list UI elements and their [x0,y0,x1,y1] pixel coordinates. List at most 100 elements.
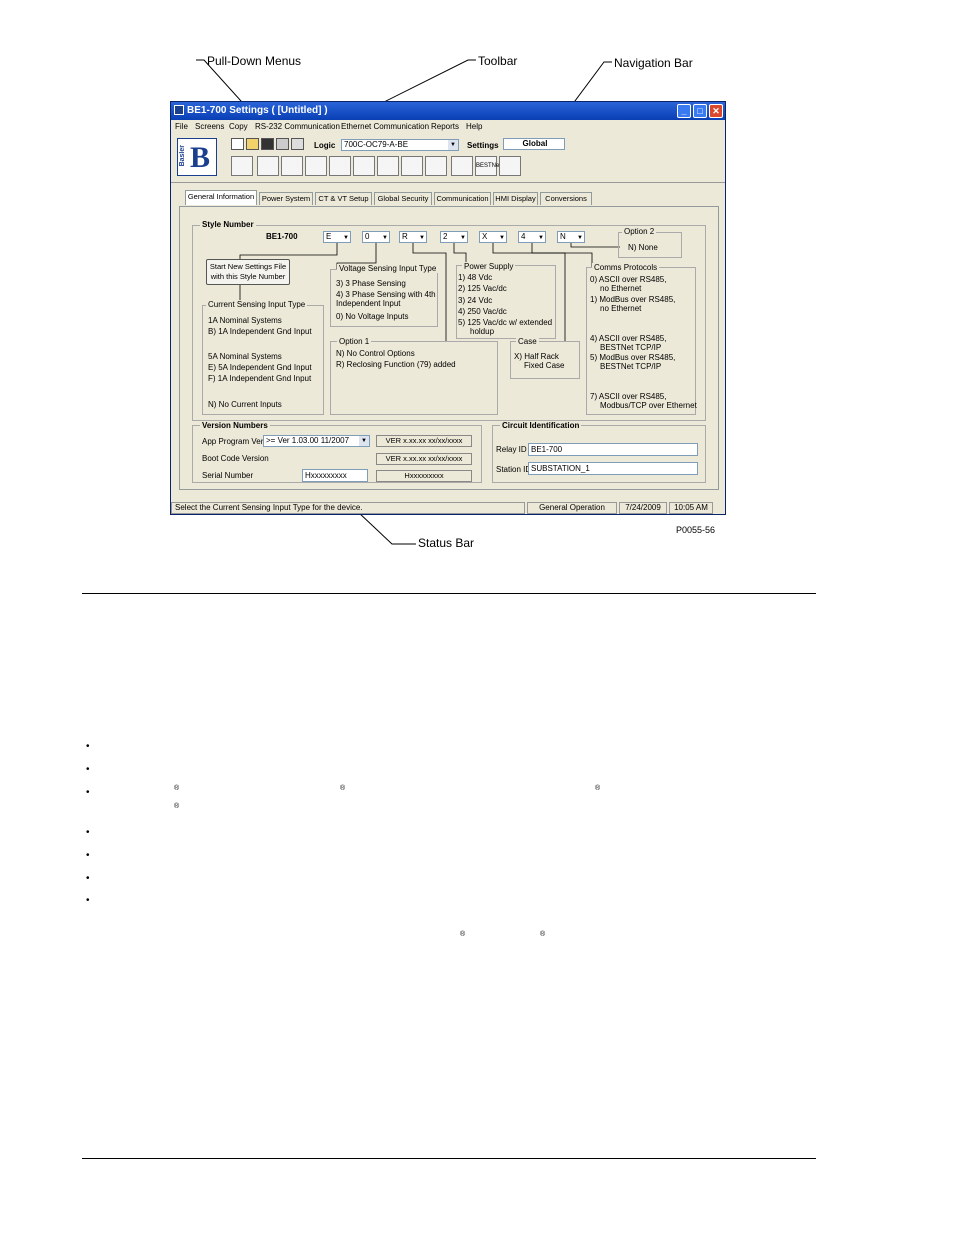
callout-toolbar: Toolbar [478,54,518,68]
grid-nav-icon[interactable] [231,156,253,176]
title-bar[interactable]: BE1-700 Settings ( [Untitled] ) _ □ ✕ [171,102,725,120]
window-title: BE1-700 Settings ( [Untitled] ) [187,105,328,116]
breaker-nav-icon[interactable] [401,156,423,176]
circuit-identification-label: Circuit Identification [500,421,582,430]
logic-label: Logic [314,141,336,150]
registered-mark: ® [174,803,180,810]
bullet-mark: • [86,741,90,752]
power-supply-label: Power Supply [462,262,516,271]
voltage-sensing-label: Voltage Sensing Input Type [337,264,439,273]
comms-item: BESTNet TCP/IP [600,362,662,371]
tab-communication[interactable]: Communication [434,192,491,205]
current-item[interactable]: B) 1A Independent Gnd Input [208,327,312,337]
menu-ethernet[interactable]: Ethernet Communication [341,122,429,131]
serial-number-field[interactable]: Hxxxxxxxxx [302,469,368,482]
status-mode: General Operation [527,502,617,514]
registered-mark: ® [595,785,601,792]
menu-reports[interactable]: Reports [431,122,459,131]
relay-id-field[interactable]: BE1-700 [528,443,698,456]
option1-item[interactable]: N) No Control Options [336,349,415,359]
tab-hmi-display[interactable]: HMI Display [493,192,538,205]
case-item: Fixed Case [524,361,565,370]
voltage-item[interactable]: 3) 3 Phase Sensing [336,279,406,289]
protection-nav-icon[interactable] [281,156,303,176]
figure-id: P0055-56 [676,525,716,535]
current-item[interactable]: E) 5A Independent Gnd Input [208,363,312,373]
menu-help[interactable]: Help [466,122,482,131]
app-icon [174,105,184,115]
registered-mark: ® [460,931,466,938]
current-item[interactable]: F) 1A Independent Gnd Input [208,374,311,384]
status-date: 7/24/2009 [619,502,667,514]
minimize-button[interactable]: _ [677,104,691,118]
tab-global-security[interactable]: Global Security [374,192,432,205]
plug-nav-icon[interactable] [499,156,521,176]
option2-label: Option 2 [622,227,657,236]
voltage-item[interactable]: 0) No Voltage Inputs [336,312,409,322]
relay-nav-icon[interactable] [257,156,279,176]
menu-screens[interactable]: Screens [195,122,224,131]
settings-value: Global [503,138,565,150]
station-id-field[interactable]: SUBSTATION_1 [528,462,698,475]
status-message: Select the Current Sensing Input Type fo… [171,502,525,514]
registered-mark: ® [340,785,346,792]
voltage-item[interactable]: Independent Input [336,299,401,309]
waveform-nav-icon[interactable] [329,156,351,176]
switch-nav-icon[interactable] [425,156,447,176]
tab-ct-vt-setup[interactable]: CT & VT Setup [315,192,372,205]
current-item: 5A Nominal Systems [208,352,282,361]
comms-item: BESTNet TCP/IP [600,343,662,352]
basler-logo: Basler B [177,138,217,176]
transformer-nav-icon[interactable] [451,156,473,176]
status-time: 10:05 AM [669,502,713,514]
option2-item[interactable]: N) None [628,243,658,253]
power-item[interactable]: 3) 24 Vdc [458,296,492,306]
upload-icon[interactable] [291,138,304,150]
menu-bar: File Screens Copy RS-232 Communication E… [171,120,725,134]
logic-select[interactable]: 700C-OC79-A-BE ▼ [341,139,459,151]
new-file-icon[interactable] [231,138,244,150]
comms-item: no Ethernet [600,284,642,293]
status-bar: Select the Current Sensing Input Type fo… [171,502,725,514]
app-program-value: >= Ver 1.03.00 11/2007 [266,436,350,445]
logic-gate-nav-icon[interactable] [353,156,375,176]
print-icon[interactable] [276,138,289,150]
app-program-label: App Program Ver. [202,437,266,446]
app-version-readout: VER x.xx.xx xx/xx/xxxx [376,435,472,447]
open-folder-icon[interactable] [246,138,259,150]
start-new-settings-button[interactable]: Start New Settings File with this Style … [206,259,290,285]
tab-power-system[interactable]: Power System [259,192,313,205]
overcurrent-nav-icon[interactable] [305,156,327,176]
current-item[interactable]: N) No Current Inputs [208,400,282,410]
bullet-mark: • [86,873,90,884]
power-item[interactable]: holdup [470,327,494,337]
menu-copy[interactable]: Copy [229,122,248,131]
boot-version-readout: VER x.xx.xx xx/xx/xxxx [376,453,472,465]
power-item[interactable]: 1) 48 Vdc [458,273,492,283]
menu-rs232[interactable]: RS-232 Communication [255,122,340,131]
bullet-mark: • [86,764,90,775]
tab-general-information[interactable]: General Information [185,190,257,205]
callout-pull-down-menus: Pull-Down Menus [207,54,302,68]
start-button-line1: Start New Settings File [209,262,287,271]
app-program-select[interactable]: >= Ver 1.03.00 11/2007 ▼ [263,435,370,447]
save-icon[interactable] [261,138,274,150]
chevron-down-icon: ▼ [448,140,458,150]
power-item[interactable]: 2) 125 Vac/dc [458,284,507,294]
bullet-mark: • [86,787,90,798]
maximize-button[interactable]: □ [693,104,707,118]
registered-mark: ® [540,931,546,938]
bestnet-nav-icon[interactable]: BESTNet [475,156,501,176]
relay-id-label: Relay ID [496,445,527,454]
logo-text: Basler [179,145,186,167]
callout-status-bar: Status Bar [418,536,475,550]
boot-code-label: Boot Code Version [202,454,269,463]
menu-file[interactable]: File [175,122,188,131]
tab-conversions[interactable]: Conversions [540,192,592,205]
divider-bottom [82,1158,816,1159]
power-item[interactable]: 4) 250 Vac/dc [458,307,507,317]
close-button[interactable]: ✕ [709,104,723,118]
option1-item[interactable]: R) Reclosing Function (79) added [336,360,456,370]
timer-nav-icon[interactable] [377,156,399,176]
serial-number-readout: Hxxxxxxxxx [376,470,472,482]
